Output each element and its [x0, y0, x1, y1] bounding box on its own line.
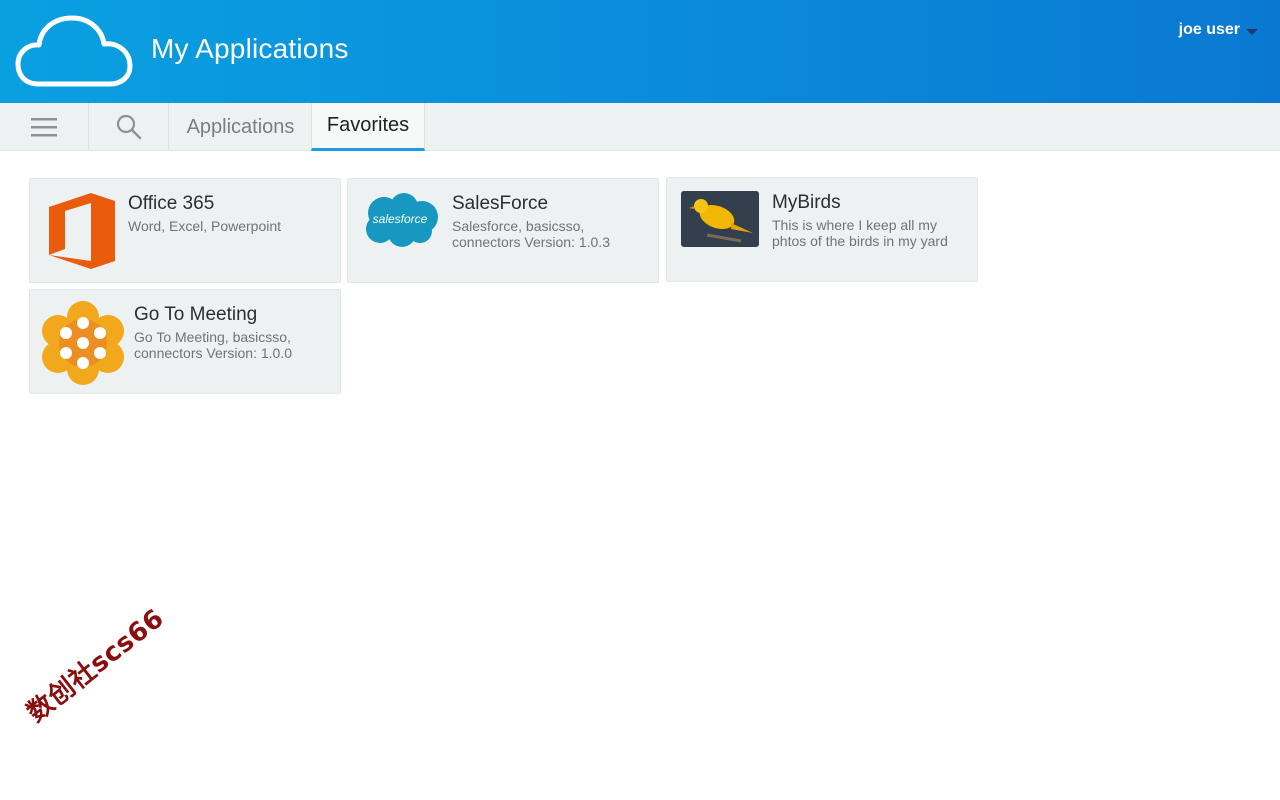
office-365-icon [49, 193, 115, 269]
salesforce-icon: salesforce [366, 193, 438, 247]
gotomeeting-icon [42, 301, 124, 385]
cloud-icon [15, 15, 133, 87]
tab-favorites[interactable]: Favorites [311, 103, 425, 151]
search-icon [116, 114, 141, 140]
app-description: This is where I keep all my phtos of the… [772, 217, 948, 249]
chevron-down-icon [1246, 29, 1258, 35]
app-description: Salesforce, basicsso, connectors Version… [452, 218, 610, 250]
app-title: Go To Meeting [134, 304, 258, 325]
app-tile-mybirds[interactable]: MyBirds This is where I keep all my phto… [666, 177, 978, 282]
tab-applications[interactable]: Applications [170, 103, 311, 151]
app-description: Go To Meeting, basicsso, connectors Vers… [134, 329, 292, 361]
page-title: My Applications [151, 33, 349, 64]
app-description: Word, Excel, Powerpoint [128, 218, 282, 234]
toolbar: Applications Favorites [0, 103, 1280, 151]
app-tile-office-365[interactable]: Office 365 Word, Excel, Powerpoint [29, 178, 341, 283]
app-header: My Applications joe user [0, 0, 1280, 103]
hamburger-icon [31, 118, 57, 137]
bird-photo-icon [681, 191, 759, 247]
salesforce-logo-text: salesforce [373, 212, 428, 226]
app-tile-go-to-meeting[interactable]: Go To Meeting Go To Meeting, basicsso, c… [29, 289, 341, 394]
search-button[interactable] [89, 103, 169, 151]
app-title: MyBirds [772, 192, 841, 213]
app-title: Office 365 [128, 193, 215, 214]
menu-button[interactable] [0, 103, 89, 151]
watermark-text: 数创社scs66 [21, 603, 170, 729]
user-menu[interactable]: joe user [1179, 21, 1258, 39]
user-name: joe user [1178, 21, 1240, 38]
app-tile-salesforce[interactable]: salesforce SalesForce Salesforce, basics… [347, 178, 659, 283]
app-title: SalesForce [452, 193, 549, 214]
